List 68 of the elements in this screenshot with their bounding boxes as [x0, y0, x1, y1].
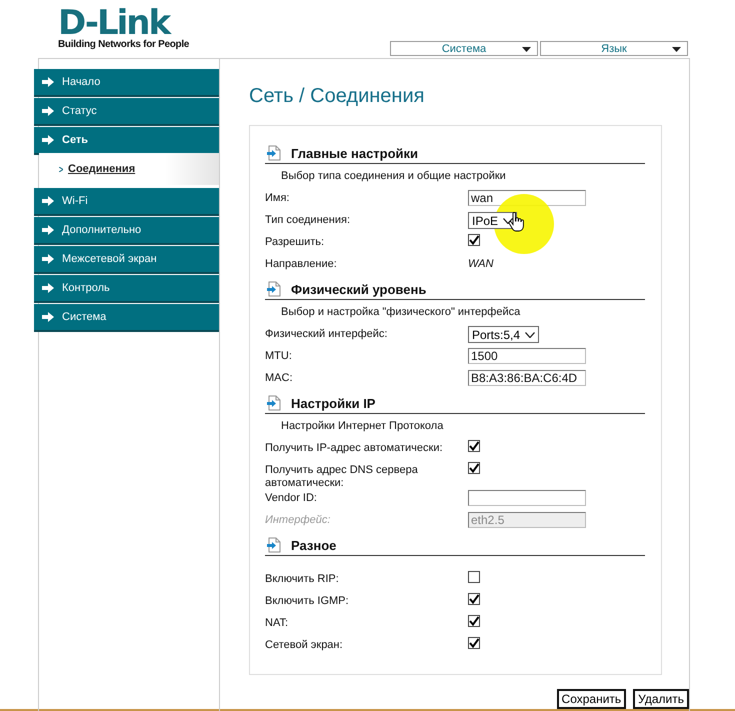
field-label: NAT: — [265, 616, 290, 630]
field-label: Vendor ID: — [265, 491, 318, 505]
text-field[interactable]: 1500 — [468, 348, 586, 364]
field-label: Интерфейс: — [265, 513, 332, 527]
field-label: MAC: — [265, 371, 294, 385]
section-title: Настройки IP — [291, 396, 376, 410]
section-description: Настройки Интернет Протокола — [280, 420, 444, 432]
chevron-icon — [503, 218, 514, 224]
checkbox[interactable] — [468, 593, 480, 605]
field-label: Имя: — [265, 191, 290, 205]
text-field[interactable]: B8:A3:86:BA:C6:4D — [468, 370, 586, 386]
arrow-icon — [42, 135, 54, 145]
sidebar-item[interactable]: Контроль — [34, 275, 219, 301]
section-description: Выбор и настройка "физического" интерфейса — [280, 306, 522, 318]
sidebar-item[interactable]: Система — [34, 304, 219, 330]
arrow-icon — [42, 77, 54, 87]
field-label: Получить адрес DNS сервера автоматически: — [265, 463, 419, 490]
field-label: Разрешить: — [265, 235, 326, 249]
section-title: Главные настройки — [291, 146, 418, 160]
page-title: Сеть / Соединения — [249, 85, 426, 108]
submenu-link[interactable]: Соединения — [68, 163, 136, 175]
field-value: WAN — [468, 257, 494, 270]
document-arrow-icon — [266, 145, 282, 161]
checkbox[interactable] — [468, 637, 480, 649]
sidebar-item[interactable]: Сеть — [34, 127, 219, 153]
checkbox[interactable] — [468, 571, 480, 583]
arrow-icon — [42, 283, 54, 293]
checkbox[interactable] — [468, 615, 480, 627]
chevron-icon — [59, 166, 63, 172]
section-description: Выбор типа соединения и общие настройки — [280, 170, 507, 182]
menu-dropdown[interactable]: Система — [390, 41, 538, 56]
section-title: Разное — [291, 538, 336, 552]
arrow-icon — [42, 225, 54, 235]
hand-cursor-icon — [508, 212, 524, 232]
document-arrow-icon — [266, 395, 282, 411]
field-label: Сетевой экран: — [265, 638, 344, 652]
select-dropdown[interactable]: Ports:5,4 — [468, 326, 540, 343]
field-label: Получить IP-адрес автоматически: — [265, 441, 444, 455]
arrow-icon — [42, 196, 54, 206]
menu-dropdown[interactable]: Язык — [540, 41, 688, 56]
document-arrow-icon — [266, 281, 282, 297]
field-label: Включить RIP: — [265, 572, 340, 586]
action-button[interactable]: Удалить — [633, 689, 689, 709]
chevron-icon — [525, 332, 536, 338]
field-label: MTU: — [265, 349, 293, 363]
sidebar-item[interactable]: Начало — [34, 69, 219, 95]
logo: D-Link — [58, 7, 170, 39]
sidebar-item[interactable]: Дополнительно — [34, 217, 219, 243]
text-field[interactable] — [468, 490, 586, 506]
checkbox[interactable] — [468, 462, 480, 474]
caret-icon — [672, 47, 681, 52]
section-title: Физический уровень — [291, 282, 426, 296]
field-label: Тип соединения: — [265, 213, 351, 227]
sidebar-item[interactable]: Статус — [34, 98, 219, 124]
field-label: Физический интерфейс: — [265, 327, 388, 341]
checkbox[interactable] — [468, 440, 480, 452]
field-label: Направление: — [265, 257, 338, 271]
arrow-icon — [42, 254, 54, 264]
sidebar-item[interactable]: Wi-Fi — [34, 188, 219, 214]
document-arrow-icon — [266, 537, 282, 553]
arrow-icon — [42, 106, 54, 116]
logo-tagline: Building Networks for People — [58, 39, 190, 51]
action-button[interactable]: Сохранить — [556, 689, 626, 709]
arrow-icon — [42, 312, 54, 322]
caret-icon — [522, 47, 531, 52]
sidebar-item[interactable]: Межсетевой экран — [34, 246, 219, 272]
checkbox[interactable] — [468, 234, 480, 246]
field-label: Включить IGMP: — [265, 594, 350, 608]
